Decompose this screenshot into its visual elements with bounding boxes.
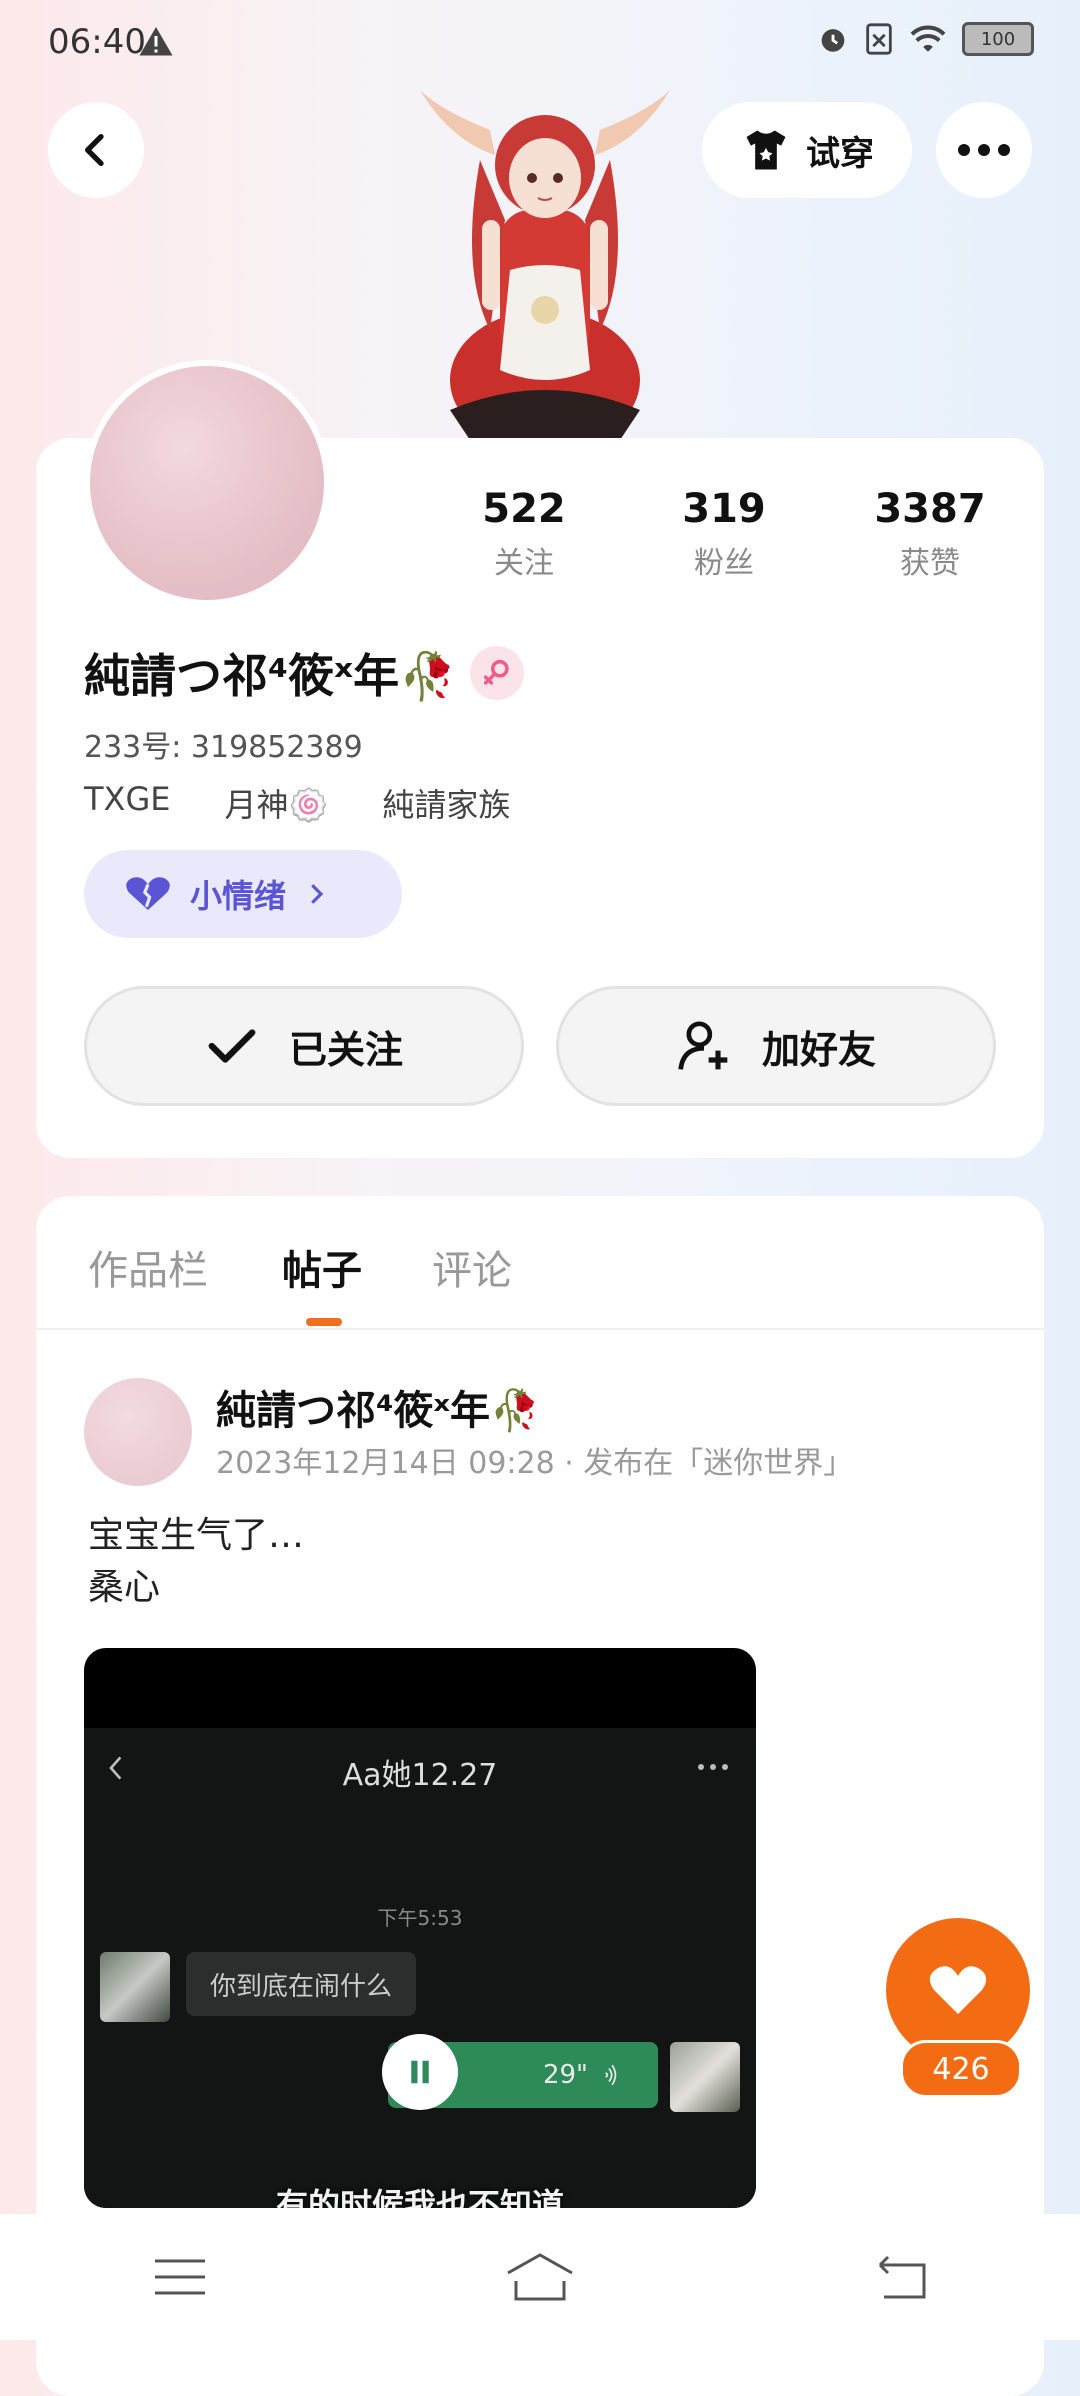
profile-tags: TXGE 月神🍥 純請家族	[84, 780, 510, 826]
post-meta: 2023年12月14日 09:28 · 发布在「迷你世界」	[216, 1446, 854, 1481]
tag[interactable]: TXGE	[84, 780, 170, 826]
more-dots-icon	[958, 144, 1010, 156]
tag[interactable]: 純請家族	[382, 780, 510, 826]
video-subtitle: 有的时候我也不知道	[275, 2186, 564, 2208]
chevron-left-icon	[85, 134, 104, 166]
mood-label: 小情绪	[190, 877, 287, 915]
username: 純請つ祁⁴筱ˣ年🥀	[84, 649, 457, 703]
divider	[36, 1328, 1044, 1330]
stat-number: 522	[482, 486, 566, 532]
chevron-right-icon	[311, 884, 324, 904]
pause-button[interactable]	[382, 2034, 458, 2110]
add-friend-button[interactable]: 加好友	[556, 986, 996, 1106]
post-text: 宝宝生气了… 桑心	[88, 1510, 304, 1614]
status-time: 06:40	[48, 22, 146, 62]
battery-icon: 100	[962, 22, 1034, 56]
pause-icon	[411, 2060, 429, 2084]
status-icons: 100	[816, 22, 1034, 56]
voice-duration: 29"	[542, 2060, 588, 2090]
stat-number: 3387	[874, 486, 986, 532]
system-nav-bar	[0, 2214, 1080, 2340]
tab-works[interactable]: 作品栏	[88, 1238, 208, 1296]
stat-number: 319	[682, 486, 766, 532]
avatar-character-image[interactable]	[420, 70, 670, 440]
menu-button[interactable]	[120, 2237, 240, 2317]
mood-button[interactable]: 小情绪	[84, 850, 402, 938]
tab-posts[interactable]: 帖子	[282, 1238, 362, 1296]
stat-label: 获赞	[900, 546, 960, 581]
warning-icon	[139, 27, 173, 56]
female-icon	[470, 646, 525, 700]
add-user-icon	[678, 1021, 728, 1070]
alarm-icon	[821, 29, 845, 52]
stat-fans[interactable]: 319 粉丝	[644, 486, 804, 582]
heart-icon	[126, 877, 170, 910]
chat-time: 下午5:53	[377, 1906, 463, 1930]
add-friend-label: 加好友	[761, 1027, 876, 1072]
followed-button[interactable]: 已关注	[84, 986, 524, 1106]
stat-label: 粉丝	[694, 546, 754, 581]
tag[interactable]: 月神🍥	[224, 780, 328, 826]
menu-icon	[155, 2259, 205, 2295]
check-icon	[208, 1029, 256, 1063]
post-line: 宝宝生气了…	[88, 1515, 305, 1556]
try-on-label: 试穿	[806, 133, 874, 174]
stat-following[interactable]: 522 关注	[444, 486, 604, 582]
user-id: 233号: 319852389	[84, 730, 363, 765]
chat-avatar	[100, 1952, 170, 2022]
tshirt-icon	[746, 130, 786, 170]
home-icon	[507, 2253, 573, 2301]
wifi-icon	[910, 25, 946, 52]
profile-avatar[interactable]	[84, 360, 330, 606]
post-author[interactable]: 純請つ祁⁴筱ˣ年🥀	[216, 1378, 540, 1436]
more-button[interactable]	[936, 102, 1032, 198]
chat-title: Aa她12.27	[342, 1758, 498, 1793]
home-button[interactable]	[480, 2237, 600, 2317]
post-line: 桑心	[88, 1567, 161, 1608]
sim-icon	[866, 23, 892, 55]
followed-label: 已关注	[288, 1027, 403, 1072]
tab-indicator	[306, 1318, 342, 1326]
chat-bubble: 你到底在闹什么	[186, 1952, 417, 2016]
post-video[interactable]: Aa她12.27 下午5:53 你到底在闹什么 29" 有的时候我也不知道	[84, 1648, 756, 2208]
post-author-avatar[interactable]	[84, 1378, 192, 1486]
voice-wave-icon	[605, 2064, 617, 2086]
chat-header: Aa她12.27	[84, 1728, 756, 1808]
video-frame: Aa她12.27 下午5:53 你到底在闹什么 29" 有的时候我也不知道	[84, 1728, 756, 2208]
tab-comments[interactable]: 评论	[432, 1238, 512, 1296]
back-button[interactable]	[48, 102, 144, 198]
heart-icon	[929, 1966, 987, 2014]
stat-label: 关注	[494, 546, 554, 581]
username-row: 純請つ祁⁴筱ˣ年🥀	[84, 640, 525, 706]
chat-avatar	[670, 2042, 740, 2112]
back-arrow-icon	[878, 2255, 926, 2299]
try-on-button[interactable]: 试穿	[702, 102, 912, 198]
more-dots-icon	[698, 1764, 728, 1770]
like-count: 426	[900, 2040, 1022, 2098]
stat-likes[interactable]: 3387 获赞	[850, 486, 1010, 582]
back-nav-button[interactable]	[840, 2237, 960, 2317]
